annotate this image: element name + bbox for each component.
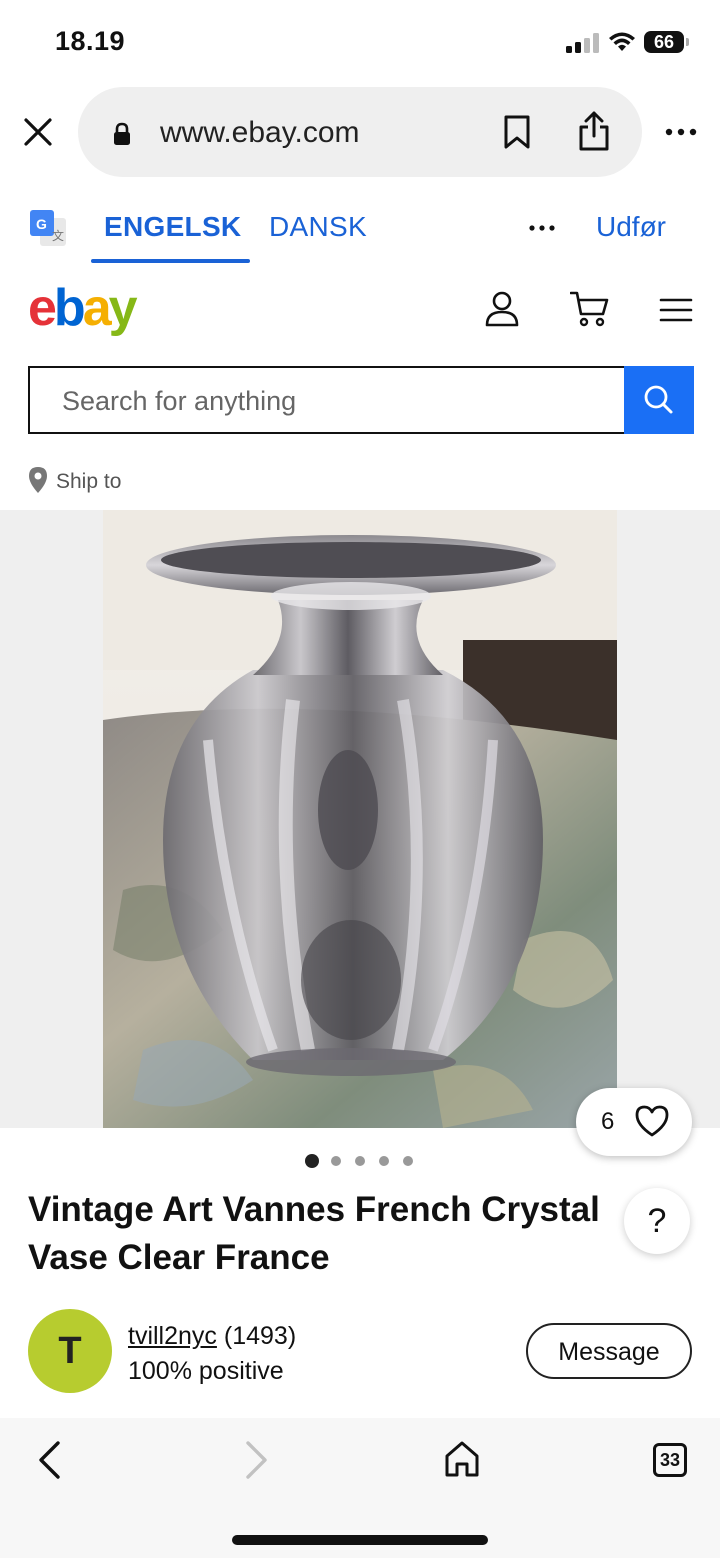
seller-avatar[interactable]: T bbox=[28, 1309, 112, 1393]
seller-score: (1493) bbox=[223, 1322, 297, 1350]
logo-letter: y bbox=[108, 279, 138, 337]
cellular-signal-icon bbox=[566, 33, 599, 53]
message-button[interactable]: Message bbox=[526, 1323, 692, 1379]
help-button[interactable]: ? bbox=[624, 1188, 690, 1254]
product-image[interactable] bbox=[103, 510, 617, 1128]
share-icon[interactable] bbox=[577, 110, 611, 152]
carousel-indicator[interactable] bbox=[305, 1154, 425, 1168]
heart-icon[interactable] bbox=[634, 1104, 670, 1138]
carousel-dot[interactable] bbox=[403, 1156, 413, 1166]
seller-feedback: 100% positive bbox=[128, 1357, 284, 1385]
seller-name-link[interactable]: tvill2nyc bbox=[128, 1322, 217, 1350]
search-button[interactable] bbox=[624, 366, 694, 434]
battery-level: 66 bbox=[644, 31, 684, 53]
tabs-button[interactable]: 33 bbox=[653, 1443, 687, 1477]
tab-target-language[interactable]: DANSK bbox=[269, 211, 367, 243]
wifi-icon bbox=[609, 32, 635, 51]
search-field[interactable] bbox=[28, 366, 624, 434]
search-input[interactable] bbox=[60, 368, 604, 434]
carousel-dot[interactable] bbox=[331, 1156, 341, 1166]
carousel-dot[interactable] bbox=[305, 1154, 319, 1168]
svg-text:文: 文 bbox=[52, 228, 64, 243]
url-text[interactable]: www.ebay.com bbox=[160, 116, 360, 150]
home-icon[interactable] bbox=[444, 1440, 480, 1478]
more-icon[interactable] bbox=[664, 122, 698, 142]
ship-to-link[interactable]: Ship to bbox=[56, 470, 121, 494]
search-icon bbox=[644, 385, 673, 414]
hamburger-menu-icon[interactable] bbox=[659, 296, 693, 324]
carousel-dot[interactable] bbox=[355, 1156, 365, 1166]
logo-letter: a bbox=[82, 279, 112, 337]
forward-icon[interactable] bbox=[244, 1440, 270, 1480]
vase-photo bbox=[103, 510, 617, 1128]
translate-more-icon[interactable] bbox=[528, 220, 556, 236]
home-indicator bbox=[232, 1535, 488, 1545]
ebay-logo[interactable]: ebay bbox=[28, 278, 138, 338]
listing-title: Vintage Art Vannes French Crystal Vase C… bbox=[28, 1190, 600, 1277]
watchers-count: 6 bbox=[601, 1108, 615, 1135]
close-icon[interactable] bbox=[22, 116, 54, 148]
bookmark-icon[interactable] bbox=[503, 114, 531, 150]
carousel-dot[interactable] bbox=[379, 1156, 389, 1166]
lock-icon bbox=[114, 122, 130, 145]
active-tab-indicator bbox=[91, 259, 250, 263]
seller-info[interactable]: tvill2nyc (1493) bbox=[128, 1322, 296, 1351]
svg-text:G: G bbox=[36, 216, 47, 232]
logo-letter: b bbox=[53, 279, 86, 337]
battery-icon: 66 bbox=[644, 31, 690, 55]
logo-letter: e bbox=[28, 279, 57, 337]
user-icon[interactable] bbox=[484, 290, 520, 328]
tab-source-language[interactable]: ENGELSK bbox=[104, 211, 241, 243]
translate-done-button[interactable]: Udfør bbox=[596, 211, 666, 243]
back-icon[interactable] bbox=[36, 1440, 62, 1480]
status-time: 18.19 bbox=[55, 26, 126, 56]
location-pin-icon[interactable] bbox=[28, 466, 48, 494]
cart-icon[interactable] bbox=[570, 290, 610, 328]
google-translate-icon: G 文 bbox=[30, 210, 66, 246]
